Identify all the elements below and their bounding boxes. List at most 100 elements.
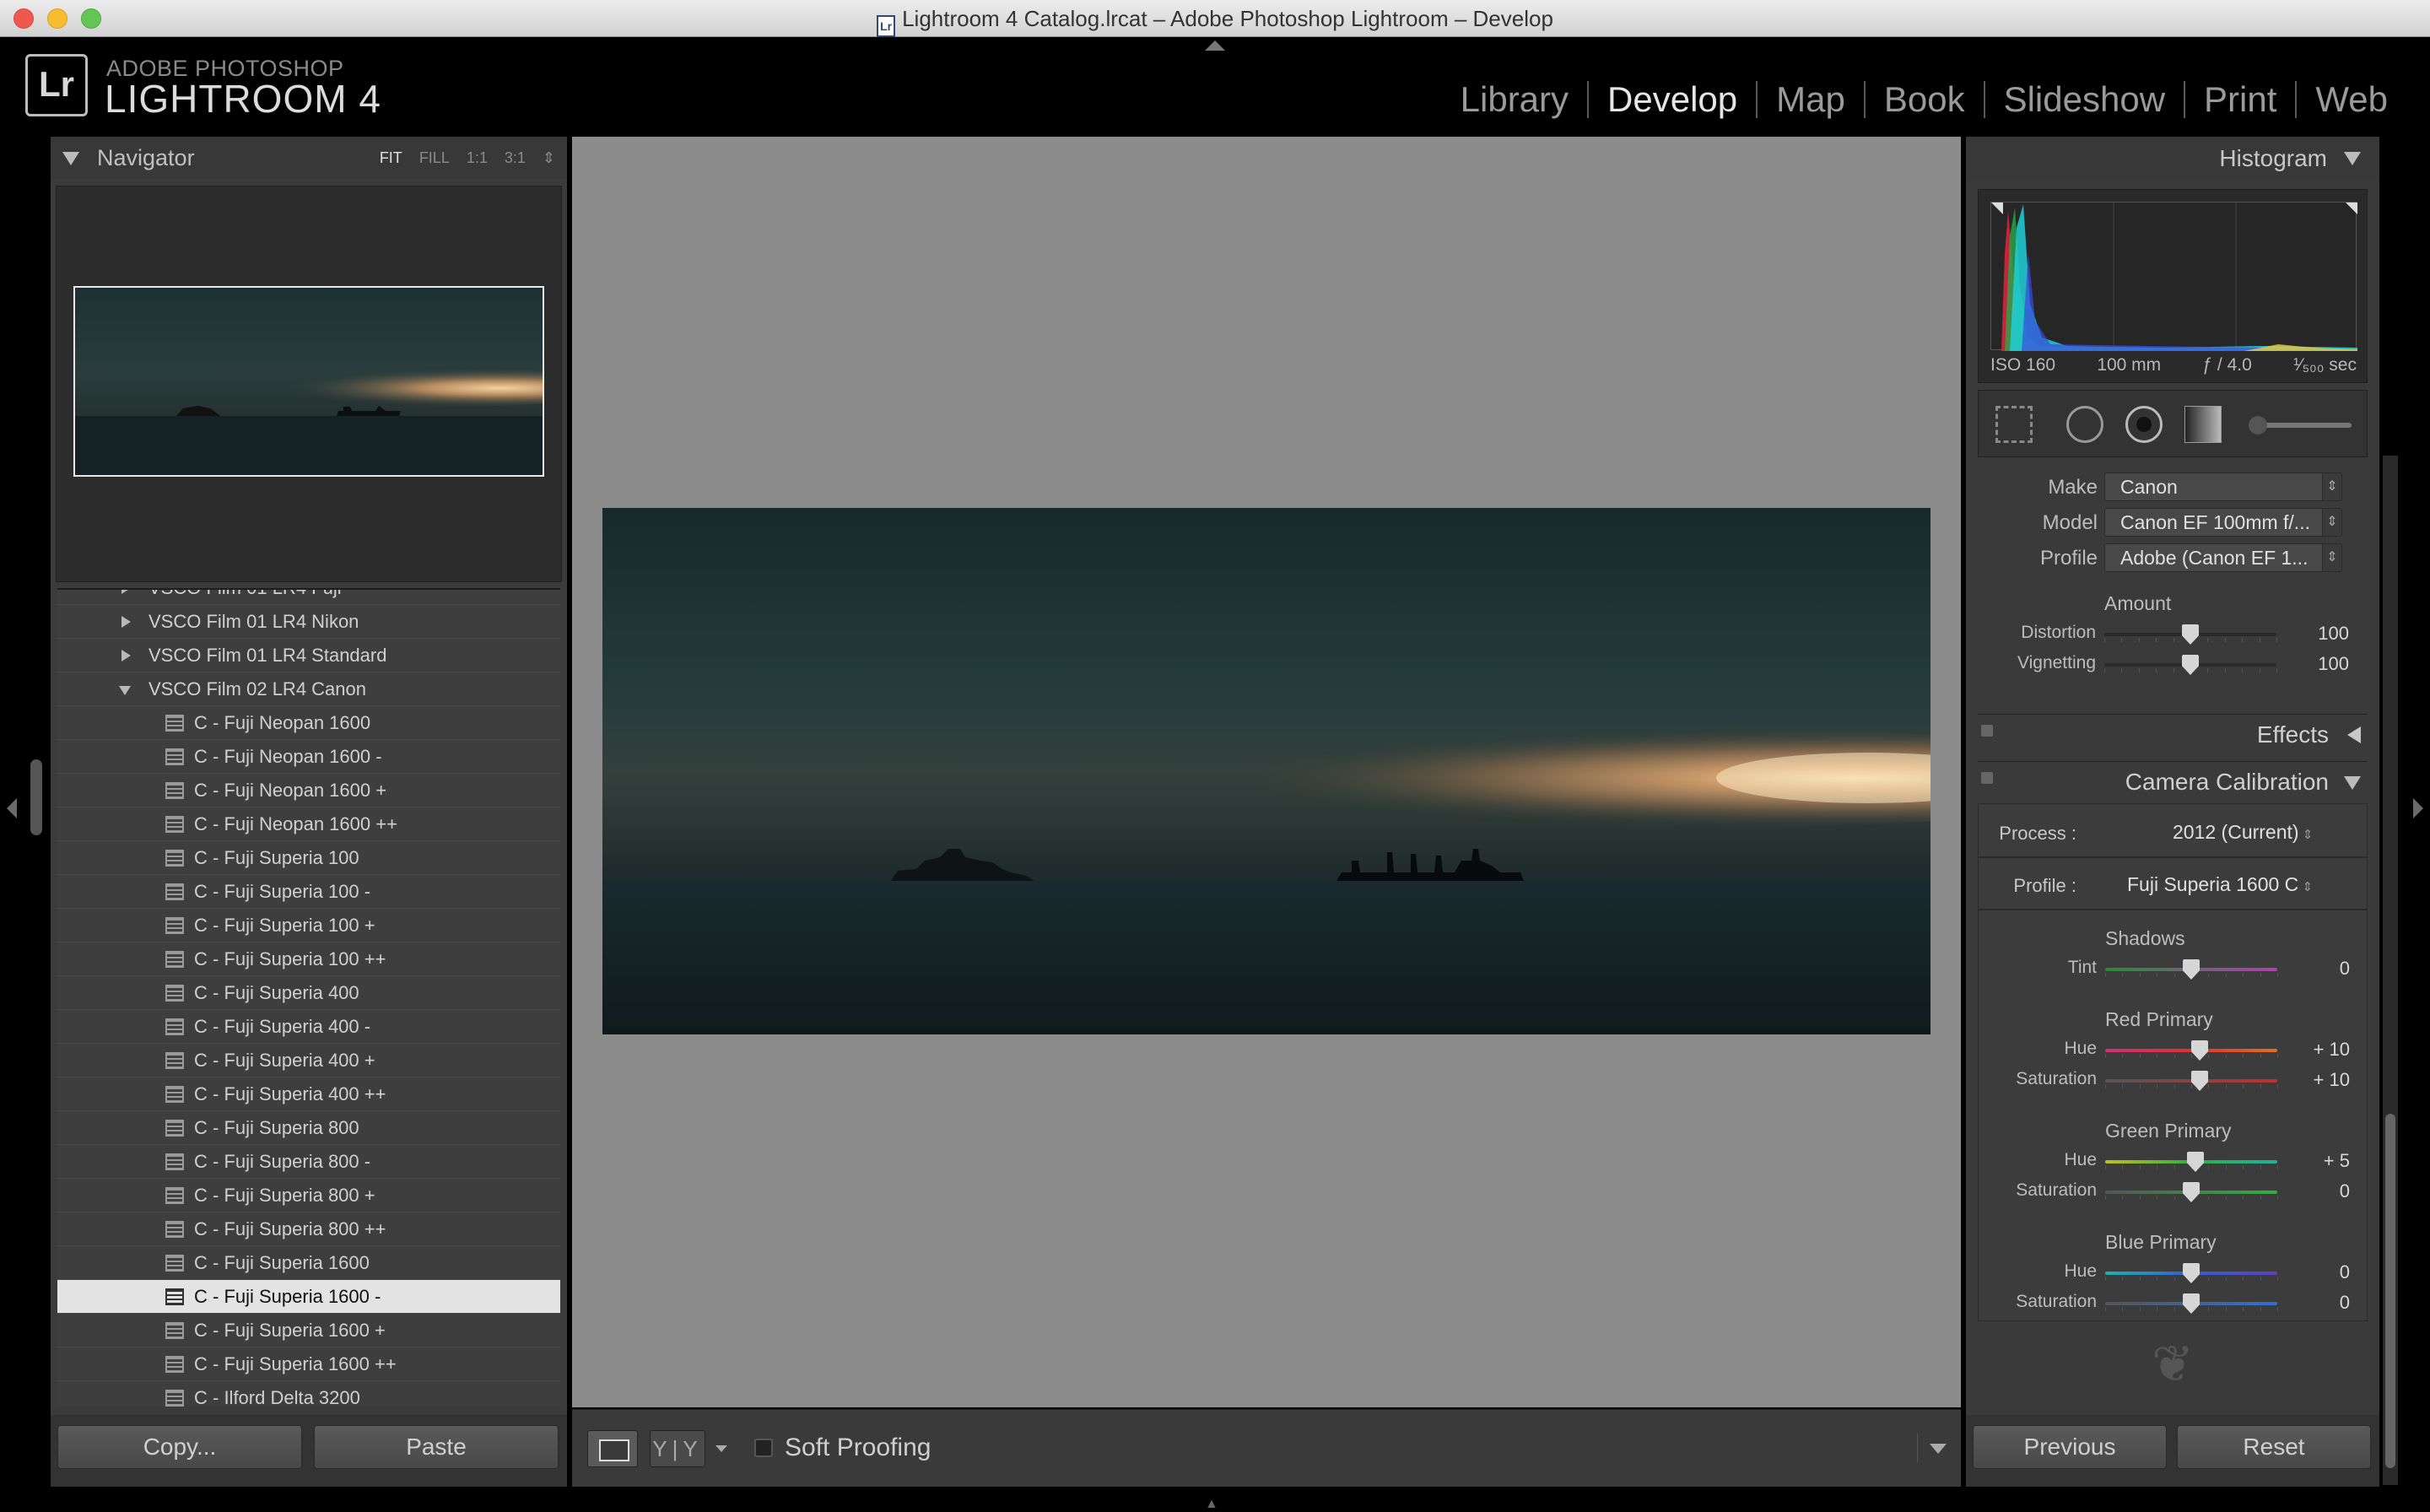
preset-item[interactable]: C - Fuji Superia 400 ++: [57, 1077, 560, 1111]
preset-item[interactable]: C - Fuji Neopan 1600 -: [57, 740, 560, 774]
slider-thumb[interactable]: [2183, 1182, 2200, 1202]
distortion-value[interactable]: 100: [2292, 623, 2349, 645]
module-web[interactable]: Web: [2295, 81, 2406, 118]
distortion-slider[interactable]: [2104, 624, 2277, 645]
navigator-preview[interactable]: [56, 186, 562, 582]
tint-value[interactable]: 0: [2292, 958, 2350, 980]
histogram-header[interactable]: Histogram: [1966, 137, 2379, 179]
left-panel-scroll-grip[interactable]: [30, 759, 42, 835]
calibration-profile-select[interactable]: Fuji Superia 1600 C: [2127, 873, 2313, 896]
zoom-3-1-option[interactable]: 3:1: [505, 149, 526, 167]
module-print[interactable]: Print: [2184, 81, 2295, 118]
main-photo[interactable]: [602, 508, 1930, 1034]
preset-item[interactable]: C - Fuji Superia 800 ++: [57, 1212, 560, 1246]
blue-hue-slider[interactable]: [2105, 1263, 2278, 1283]
slider-thumb[interactable]: [2182, 624, 2199, 645]
red-hue-slider[interactable]: [2105, 1040, 2278, 1061]
right-panel-scrollbar[interactable]: [2383, 456, 2398, 1485]
preset-item[interactable]: C - Fuji Superia 100 ++: [57, 942, 560, 976]
zoom-ratio-stepper-icon[interactable]: ⇕: [543, 149, 555, 167]
collapse-top-panel-icon[interactable]: [1205, 40, 1225, 51]
preset-item[interactable]: C - Fuji Superia 1600 ++: [57, 1347, 560, 1381]
preset-item[interactable]: C - Fuji Superia 1600: [57, 1246, 560, 1280]
collapse-left-panel-icon[interactable]: [7, 798, 17, 818]
graduated-filter-icon[interactable]: [2184, 406, 2222, 443]
collapse-histogram-icon[interactable]: [2344, 152, 2361, 165]
green-saturation-value[interactable]: 0: [2292, 1180, 2350, 1202]
collapse-folder-icon[interactable]: [119, 686, 131, 695]
preset-folder[interactable]: VSCO Film 01 LR4 Nikon: [57, 605, 560, 639]
preset-item[interactable]: C - Fuji Superia 100: [57, 841, 560, 875]
green-saturation-slider[interactable]: [2105, 1182, 2278, 1202]
green-hue-slider[interactable]: [2105, 1152, 2278, 1172]
slider-thumb[interactable]: [2183, 959, 2200, 980]
preset-item-selected[interactable]: C - Fuji Superia 1600 -: [57, 1280, 560, 1314]
calibration-toggle-switch[interactable]: [1981, 772, 1993, 784]
collapse-calibration-icon[interactable]: [2344, 776, 2361, 790]
slider-thumb[interactable]: [2182, 655, 2199, 675]
previous-settings-button[interactable]: Previous: [1973, 1425, 2167, 1469]
slider-thumb[interactable]: [2191, 1040, 2208, 1061]
red-saturation-slider[interactable]: [2105, 1071, 2278, 1091]
filmstrip-grip-icon[interactable]: ▲: [1205, 1497, 1218, 1512]
preset-item[interactable]: C - Fuji Superia 800 -: [57, 1145, 560, 1179]
red-saturation-value[interactable]: + 10: [2292, 1069, 2350, 1091]
adjustment-brush-icon[interactable]: [2249, 416, 2352, 435]
before-after-dropdown-icon[interactable]: [716, 1445, 727, 1452]
blue-hue-value[interactable]: 0: [2292, 1261, 2350, 1283]
slider-thumb[interactable]: [2183, 1293, 2200, 1314]
blue-saturation-value[interactable]: 0: [2292, 1292, 2350, 1314]
preset-item[interactable]: C - Fuji Neopan 1600 ++: [57, 807, 560, 841]
module-library[interactable]: Library: [1442, 81, 1587, 118]
zoom-fit-option[interactable]: FIT: [380, 149, 402, 167]
expand-effects-icon[interactable]: [2347, 726, 2361, 743]
make-select[interactable]: Canon: [2104, 472, 2342, 501]
preset-item[interactable]: C - Fuji Superia 100 +: [57, 909, 560, 942]
module-develop[interactable]: Develop: [1587, 81, 1756, 118]
preset-item[interactable]: C - Fuji Superia 800: [57, 1111, 560, 1145]
crop-overlay-icon[interactable]: [1995, 406, 2033, 443]
preset-item[interactable]: C - Fuji Superia 800 +: [57, 1179, 560, 1212]
reset-button[interactable]: Reset: [2177, 1425, 2371, 1469]
green-hue-value[interactable]: + 5: [2292, 1150, 2350, 1172]
lens-profile-select[interactable]: Adobe (Canon EF 1...: [2104, 543, 2342, 572]
preset-folder-partial[interactable]: VSCO Film 01 LR4 Fuji: [57, 590, 560, 605]
copy-settings-button[interactable]: Copy...: [57, 1425, 302, 1469]
vignetting-value[interactable]: 100: [2292, 653, 2349, 675]
soft-proofing-checkbox[interactable]: [754, 1439, 773, 1457]
effects-toggle-switch[interactable]: [1981, 725, 1993, 737]
preset-item[interactable]: C - Fuji Superia 1600 +: [57, 1314, 560, 1347]
module-slideshow[interactable]: Slideshow: [1983, 81, 2184, 118]
preset-item[interactable]: C - Ilford Delta 3200: [57, 1381, 560, 1407]
expand-folder-icon[interactable]: [122, 650, 131, 662]
preset-item[interactable]: C - Fuji Superia 400: [57, 976, 560, 1010]
module-map[interactable]: Map: [1756, 81, 1864, 118]
blue-saturation-slider[interactable]: [2105, 1293, 2278, 1314]
zoom-fill-option[interactable]: FILL: [419, 149, 450, 167]
preset-item[interactable]: C - Fuji Neopan 1600: [57, 706, 560, 740]
red-hue-value[interactable]: + 10: [2292, 1039, 2350, 1061]
preset-item[interactable]: C - Fuji Neopan 1600 +: [57, 774, 560, 807]
navigator-thumbnail[interactable]: [73, 286, 544, 477]
preset-item[interactable]: C - Fuji Superia 400 -: [57, 1010, 560, 1044]
zoom-1-1-option[interactable]: 1:1: [467, 149, 488, 167]
red-eye-correction-icon[interactable]: [2125, 406, 2163, 443]
toolbar-content-menu-icon[interactable]: [1917, 1434, 1947, 1462]
expand-folder-icon[interactable]: [122, 616, 131, 628]
soft-proofing-label[interactable]: Soft Proofing: [785, 1434, 931, 1462]
expand-folder-icon[interactable]: [122, 590, 131, 594]
slider-thumb[interactable]: [2191, 1071, 2208, 1091]
preset-folder[interactable]: VSCO Film 01 LR4 Standard: [57, 639, 560, 672]
collapse-right-panel-icon[interactable]: [2413, 798, 2423, 818]
shadows-tint-slider[interactable]: [2105, 959, 2278, 980]
preset-item[interactable]: C - Fuji Superia 100 -: [57, 875, 560, 909]
collapse-navigator-icon[interactable]: [62, 152, 79, 165]
navigator-header[interactable]: Navigator FIT FILL 1:1 3:1 ⇕: [51, 137, 567, 179]
preset-item[interactable]: C - Fuji Superia 400 +: [57, 1044, 560, 1077]
right-panel-scroll-thumb[interactable]: [2385, 1114, 2395, 1468]
vignetting-slider[interactable]: [2104, 655, 2277, 675]
model-select[interactable]: Canon EF 100mm f/...: [2104, 508, 2342, 537]
paste-settings-button[interactable]: Paste: [314, 1425, 559, 1469]
loupe-view-button[interactable]: [587, 1430, 638, 1467]
preset-folder[interactable]: VSCO Film 02 LR4 Canon: [57, 672, 560, 706]
